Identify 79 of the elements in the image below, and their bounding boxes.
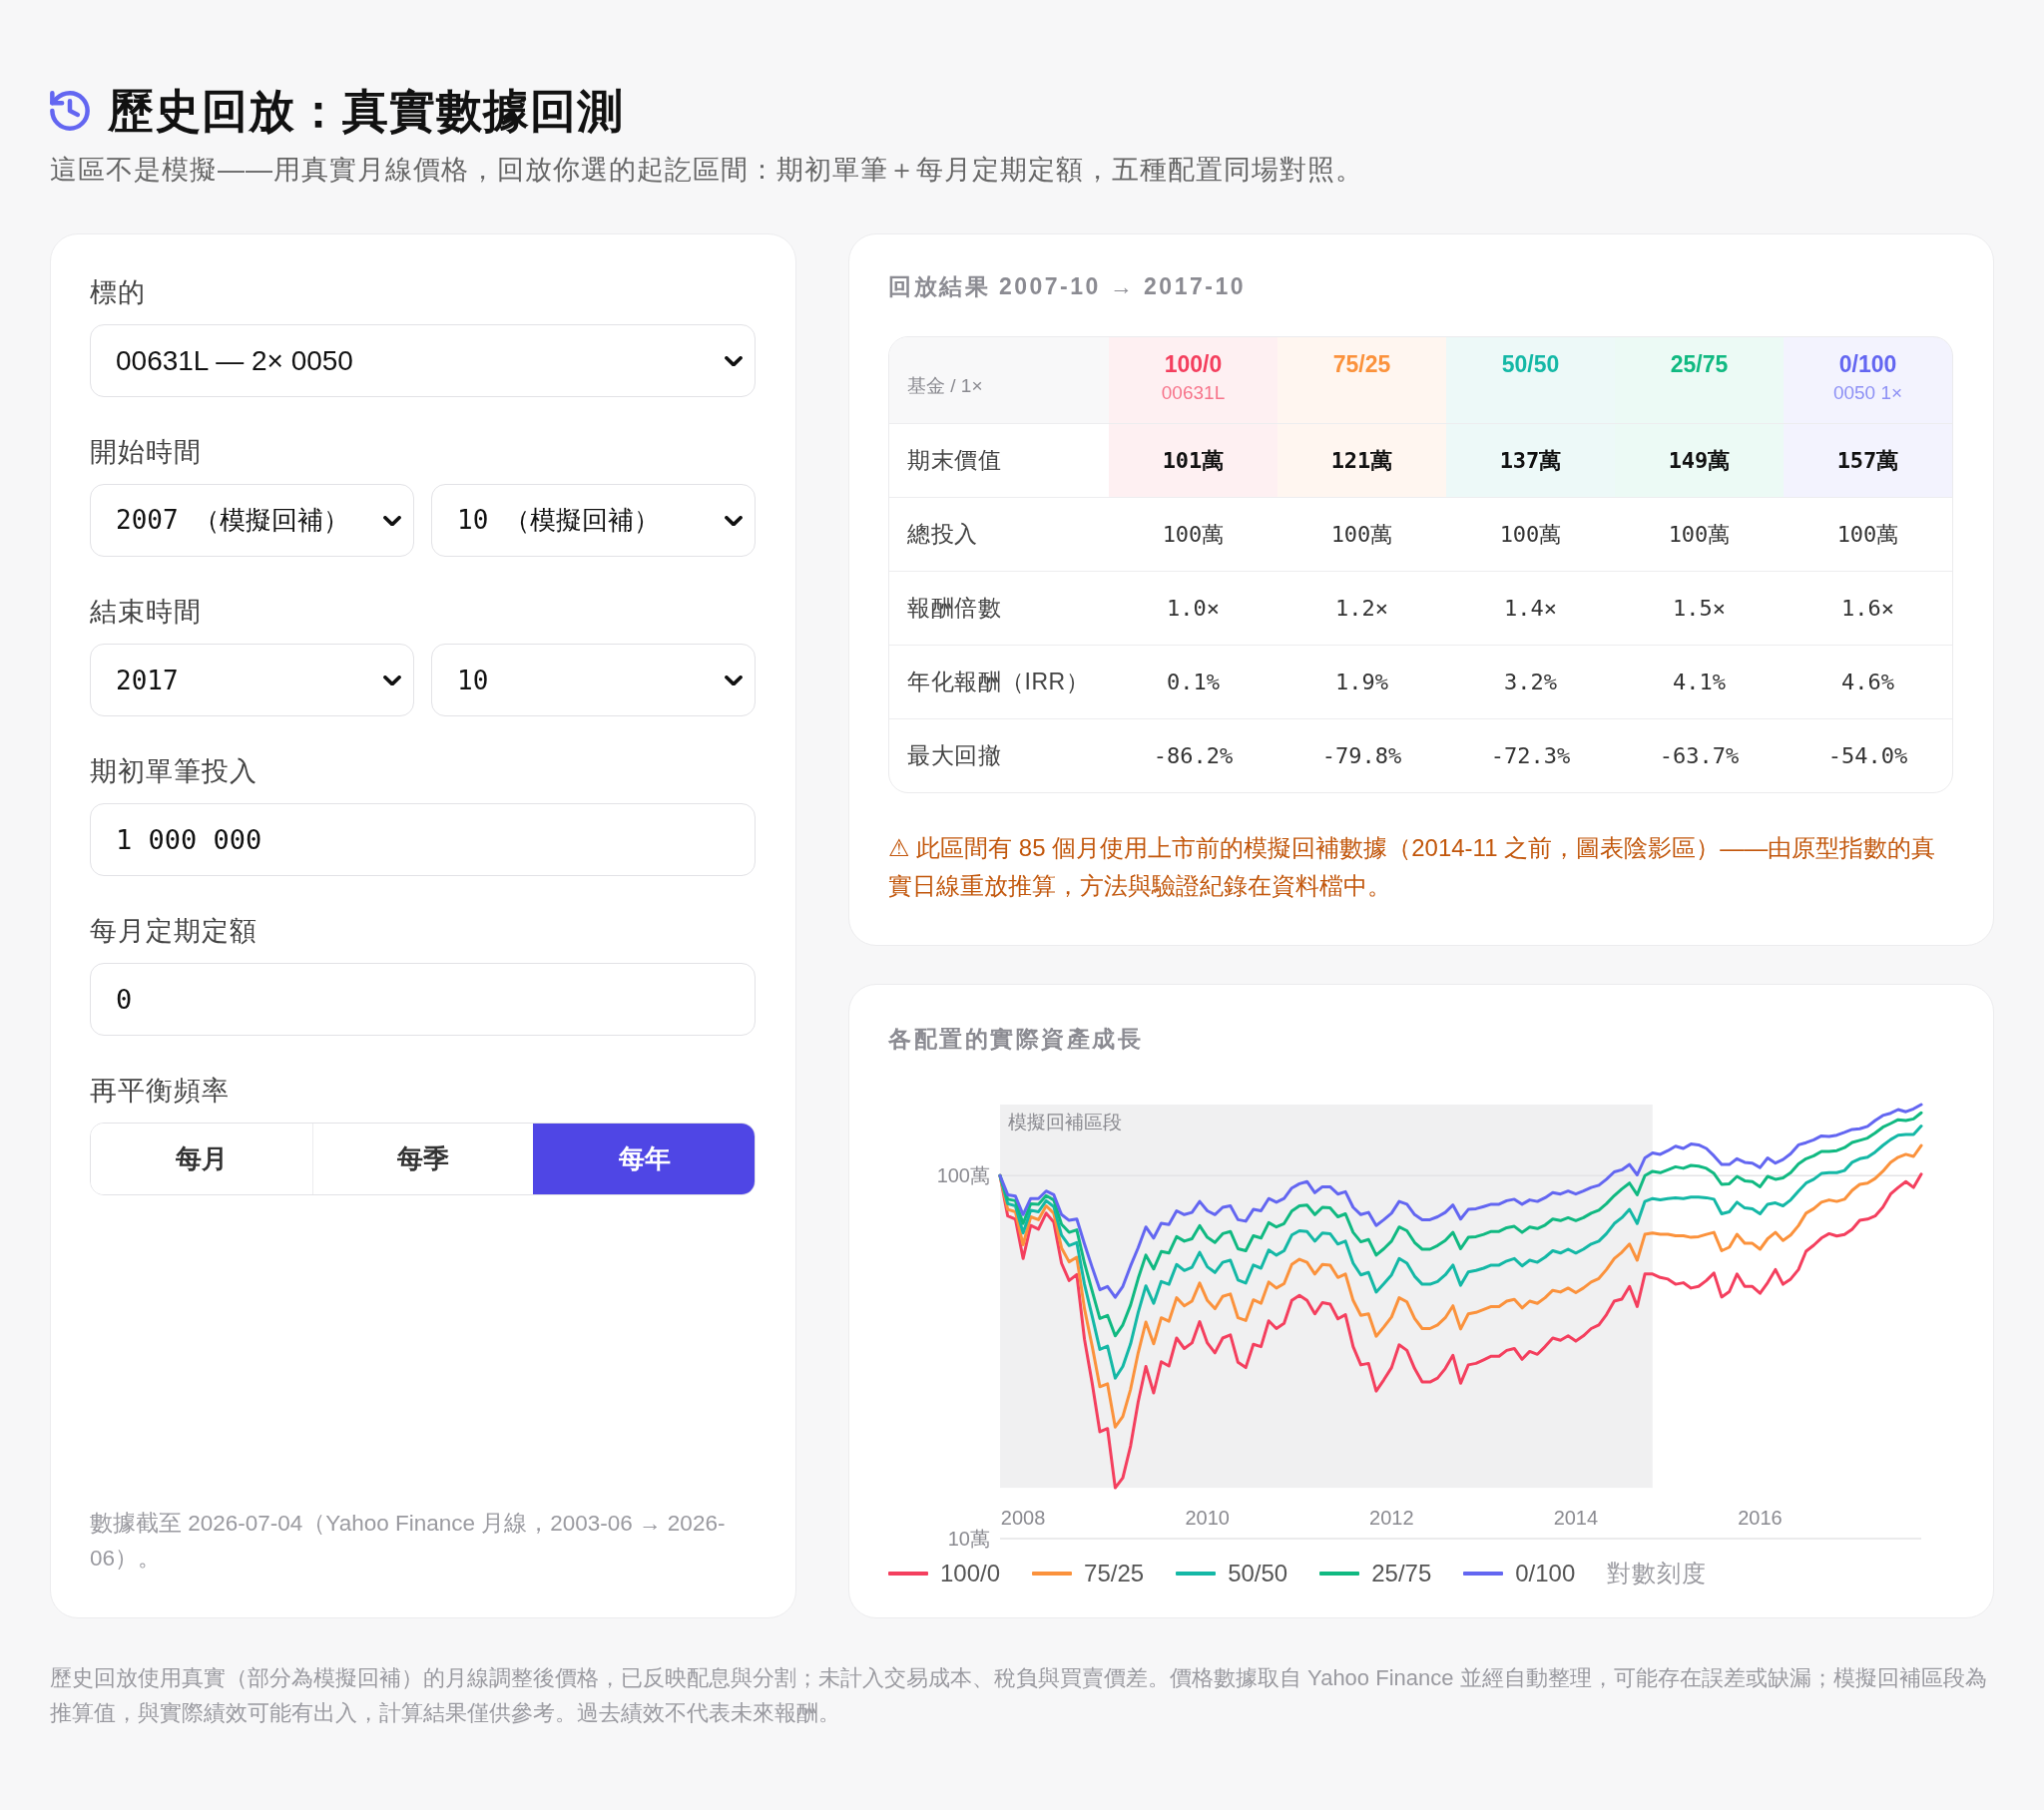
column-label: 50/50	[1500, 350, 1561, 379]
table-cell: 4.6%	[1784, 645, 1952, 719]
chevron-down-icon	[725, 675, 743, 685]
column-sublabel: 0050 1×	[1831, 381, 1904, 405]
table-cell: 4.1%	[1615, 645, 1784, 719]
row-label: 總投入	[889, 497, 1109, 572]
field-label: 標的	[90, 276, 147, 309]
disclaimer-text: 歷史回放使用真實（部分為模擬回補）的月線調整後價格，已反映配息與分割；未計入交易成本、稅負與買賣價差。價格數據取自 Yahoo Finance 並經自動整理，可能存在誤差或缺漏；模擬回補區段為推算值，與實際績效可能有出入，計算結果僅供參考。過去績效不代表未來報酬。	[50, 1664, 1988, 1727]
chevron-down-icon	[383, 675, 401, 685]
table-cell: 121萬	[1278, 423, 1446, 498]
x-axis-label: 2014	[1553, 1507, 1599, 1529]
x-axis-label: 2010	[1185, 1507, 1230, 1529]
column-label: 100/0	[1163, 350, 1224, 379]
table-cell: -54.0%	[1784, 718, 1952, 792]
y-axis-label: 100萬	[936, 1164, 990, 1187]
x-axis-label: 2016	[1738, 1507, 1783, 1529]
column-label: 0/100	[1837, 350, 1898, 379]
corner-header: 基金 / 1×	[889, 337, 1109, 424]
history-icon	[50, 91, 90, 131]
x-axis-label: 2012	[1369, 1507, 1414, 1529]
table-cell: -79.8%	[1278, 718, 1446, 792]
table-cell: 100萬	[1615, 497, 1784, 572]
row-label: 年化報酬（IRR）	[889, 645, 1109, 719]
table-cell: 1.9%	[1278, 645, 1446, 719]
table-cell: 1.2×	[1278, 571, 1446, 646]
chart-title: 各配置的實際資產成長	[888, 1025, 1144, 1054]
field-label: 結束時間	[90, 596, 203, 629]
y-axis-label: 10萬	[947, 1528, 990, 1550]
legend-label: 50/50	[1228, 1560, 1288, 1587]
row-label: 期末價值	[889, 423, 1109, 498]
legend-label: 0/100	[1515, 1560, 1576, 1587]
table-cell: 100萬	[1446, 497, 1615, 572]
input-field[interactable]: 1 000 000	[90, 803, 756, 876]
table-cell: -72.3%	[1446, 718, 1615, 792]
table-cell: 137萬	[1446, 423, 1615, 498]
data-source-note: 數據截至 2026-07-04（Yahoo Finance 月線，2003-06 → 2026-06）。	[90, 1510, 727, 1573]
input-field[interactable]: 0	[90, 963, 756, 1036]
dropdown[interactable]: 2007 （模擬回補）	[90, 484, 414, 557]
column-sublabel: 00631L	[1160, 381, 1227, 405]
row-label: 最大回撤	[889, 718, 1109, 792]
results-title: 回放結果 2007-10 → 2017-10	[888, 272, 1247, 301]
legend-label: 25/75	[1371, 1560, 1432, 1587]
dropdown[interactable]: 10	[431, 644, 756, 716]
table-cell: -63.7%	[1615, 718, 1784, 792]
warning-note: ⚠ 此區間有 85 個月使用上市前的模擬回補數據（2014-11 之前，圖表陰影區）——由原型指數的真實日線重放推算，方法與驗證紀錄在資料檔中。	[888, 833, 1937, 901]
dropdown[interactable]: 00631L — 2× 0050	[90, 324, 756, 397]
dropdown[interactable]: 10 （模擬回補）	[431, 484, 756, 557]
field-label: 期初單筆投入	[90, 755, 258, 788]
table-cell: 0.1%	[1109, 645, 1278, 719]
dropdown[interactable]: 2017	[90, 644, 414, 716]
table-cell: 1.4×	[1446, 571, 1615, 646]
table-cell: -86.2%	[1109, 718, 1278, 792]
scale-note: 對數刻度	[1607, 1559, 1708, 1588]
column-label: 75/25	[1331, 350, 1392, 379]
x-axis-label: 2008	[1000, 1507, 1046, 1529]
field-label: 開始時間	[90, 436, 203, 469]
table-cell: 1.0×	[1109, 571, 1278, 646]
legend-label: 100/0	[940, 1560, 1001, 1587]
page-title: 歷史回放：真實數據回測	[108, 84, 624, 139]
table-cell: 157萬	[1784, 423, 1952, 498]
table-cell: 100萬	[1278, 497, 1446, 572]
page-subtitle: 這區不是模擬——用真實月線價格，回放你選的起訖區間：期初單筆＋每月定期定額，五種配置同場對照。	[50, 154, 1364, 187]
table-cell: 100萬	[1109, 497, 1278, 572]
table-cell: 100萬	[1784, 497, 1952, 572]
column-label: 25/75	[1669, 350, 1730, 379]
table-cell: 101萬	[1109, 423, 1278, 498]
field-label: 再平衡頻率	[90, 1075, 231, 1108]
chevron-down-icon	[725, 515, 743, 526]
legend-label: 75/25	[1084, 1560, 1145, 1587]
field-label: 每月定期定額	[90, 915, 258, 948]
chevron-down-icon	[725, 355, 743, 366]
row-label: 報酬倍數	[889, 571, 1109, 646]
table-cell: 1.5×	[1615, 571, 1784, 646]
segment-button[interactable]: 每年	[533, 1124, 755, 1194]
table-cell: 3.2%	[1446, 645, 1615, 719]
table-cell: 1.6×	[1784, 571, 1952, 646]
chevron-down-icon	[383, 515, 401, 526]
table-cell: 149萬	[1615, 423, 1784, 498]
region-label: 模擬回補區段	[1008, 1112, 1122, 1132]
